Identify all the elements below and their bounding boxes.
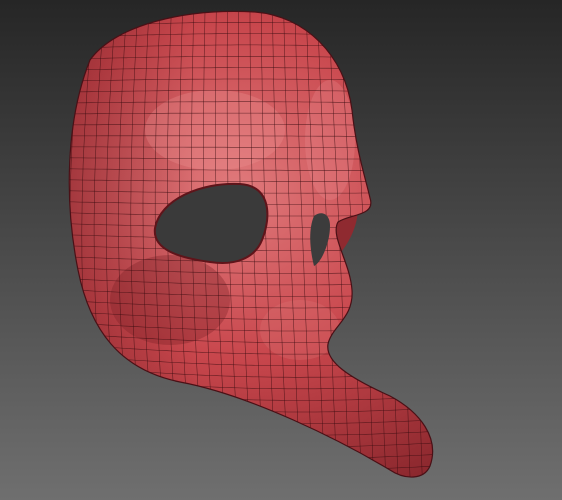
wire-line-v (60, 485, 472, 500)
wire-line-u (428, 11, 433, 478)
wire-line-u (45, 5, 60, 485)
mask-model[interactable] (0, 0, 562, 500)
wire-line-u (69, 11, 73, 478)
3d-viewport[interactable] (0, 0, 562, 500)
wire-line-u (440, 5, 472, 499)
wire-line-v (60, 0, 440, 5)
